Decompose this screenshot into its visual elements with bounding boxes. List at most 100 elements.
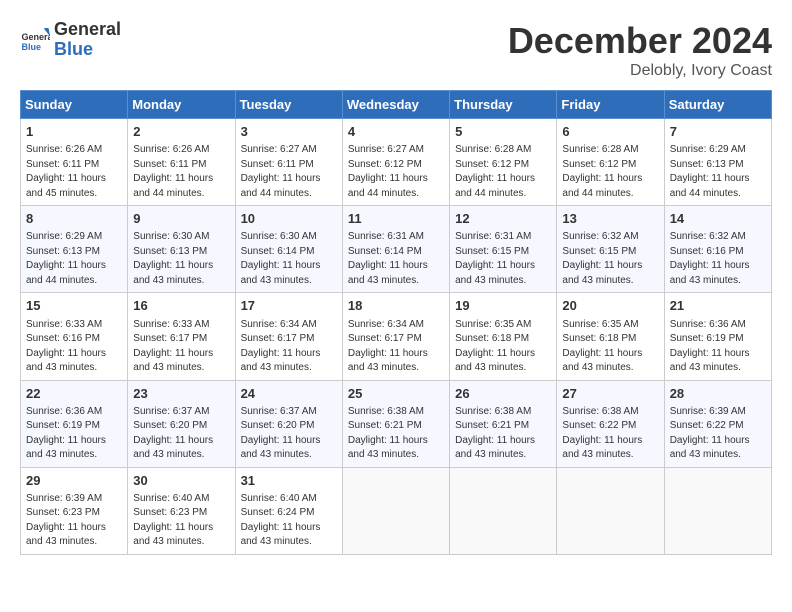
weekday-header-friday: Friday	[557, 91, 664, 119]
calendar-cell: 2 Sunrise: 6:26 AM Sunset: 6:11 PM Daylig…	[128, 119, 235, 206]
calendar-cell: 15 Sunrise: 6:33 AM Sunset: 6:16 PM Dayli…	[21, 293, 128, 380]
day-number: 26	[455, 385, 551, 403]
day-info: Sunrise: 6:33 AM Sunset: 6:16 PM Dayligh…	[26, 318, 122, 376]
calendar-cell: 13Sunrise: 6:32 AM Sunset: 6:15 PM Dayli…	[557, 206, 664, 293]
calendar-cell: 21 Sunrise: 6:36 AM Sunset: 6:19 PM Dayli…	[664, 293, 771, 380]
calendar-cell	[342, 467, 449, 554]
day-number: 11	[348, 210, 444, 228]
logo-text: General Blue	[54, 20, 121, 60]
day-info: Sunrise: 6:28 AM Sunset: 6:12 PM Dayligh…	[562, 143, 658, 201]
week-row-5: 29Sunrise: 6:39 AM Sunset: 6:23 PM Dayli…	[21, 467, 772, 554]
day-number: 24	[241, 385, 337, 403]
day-info: Sunrise: 6:27 AM Sunset: 6:11 PM Dayligh…	[241, 143, 337, 201]
day-info: Sunrise: 6:34 AM Sunset: 6:17 PM Dayligh…	[241, 318, 337, 376]
day-number: 15	[26, 297, 122, 315]
calendar-cell: 8 Sunrise: 6:29 AM Sunset: 6:13 PM Daylig…	[21, 206, 128, 293]
calendar-cell: 26 Sunrise: 6:38 AM Sunset: 6:21 PM Dayli…	[450, 380, 557, 467]
day-info: Sunrise: 6:26 AM Sunset: 6:11 PM Dayligh…	[26, 143, 122, 201]
calendar-cell: 30 Sunrise: 6:40 AM Sunset: 6:23 PM Dayli…	[128, 467, 235, 554]
day-number: 6	[562, 123, 658, 141]
calendar-cell: 1 Sunrise: 6:26 AM Sunset: 6:11 PM Daylig…	[21, 119, 128, 206]
weekday-header-monday: Monday	[128, 91, 235, 119]
svg-text:Blue: Blue	[22, 42, 42, 52]
day-number: 5	[455, 123, 551, 141]
calendar-cell: 10Sunrise: 6:30 AM Sunset: 6:14 PM Dayli…	[235, 206, 342, 293]
day-number: 1	[26, 123, 122, 141]
day-number: 18	[348, 297, 444, 315]
calendar-cell: 24Sunrise: 6:37 AM Sunset: 6:20 PM Dayli…	[235, 380, 342, 467]
calendar-cell: 12 Sunrise: 6:31 AM Sunset: 6:15 PM Dayli…	[450, 206, 557, 293]
day-number: 4	[348, 123, 444, 141]
calendar-cell: 27Sunrise: 6:38 AM Sunset: 6:22 PM Dayli…	[557, 380, 664, 467]
day-info: Sunrise: 6:27 AM Sunset: 6:12 PM Dayligh…	[348, 143, 444, 201]
calendar-cell: 14Sunrise: 6:32 AM Sunset: 6:16 PM Dayli…	[664, 206, 771, 293]
day-number: 2	[133, 123, 229, 141]
day-info: Sunrise: 6:31 AM Sunset: 6:14 PM Dayligh…	[348, 230, 444, 288]
calendar-cell: 22 Sunrise: 6:36 AM Sunset: 6:19 PM Dayli…	[21, 380, 128, 467]
day-info: Sunrise: 6:40 AM Sunset: 6:23 PM Dayligh…	[133, 492, 229, 550]
calendar-cell	[557, 467, 664, 554]
calendar-cell: 20Sunrise: 6:35 AM Sunset: 6:18 PM Dayli…	[557, 293, 664, 380]
title-area: December 2024 Delobly, Ivory Coast	[508, 20, 772, 80]
day-number: 13	[562, 210, 658, 228]
day-info: Sunrise: 6:40 AM Sunset: 6:24 PM Dayligh…	[241, 492, 337, 550]
week-row-2: 8 Sunrise: 6:29 AM Sunset: 6:13 PM Daylig…	[21, 206, 772, 293]
day-number: 12	[455, 210, 551, 228]
logo: General Blue General Blue	[20, 20, 121, 60]
calendar-cell: 16 Sunrise: 6:33 AM Sunset: 6:17 PM Dayli…	[128, 293, 235, 380]
calendar-cell: 31 Sunrise: 6:40 AM Sunset: 6:24 PM Dayli…	[235, 467, 342, 554]
day-number: 10	[241, 210, 337, 228]
day-info: Sunrise: 6:30 AM Sunset: 6:13 PM Dayligh…	[133, 230, 229, 288]
calendar-cell	[664, 467, 771, 554]
weekday-header-wednesday: Wednesday	[342, 91, 449, 119]
day-number: 21	[670, 297, 766, 315]
header: General Blue General Blue December 2024 …	[20, 20, 772, 80]
day-info: Sunrise: 6:34 AM Sunset: 6:17 PM Dayligh…	[348, 318, 444, 376]
day-info: Sunrise: 6:38 AM Sunset: 6:21 PM Dayligh…	[455, 405, 551, 463]
calendar-cell: 4 Sunrise: 6:27 AM Sunset: 6:12 PM Daylig…	[342, 119, 449, 206]
day-number: 25	[348, 385, 444, 403]
day-number: 8	[26, 210, 122, 228]
week-row-3: 15 Sunrise: 6:33 AM Sunset: 6:16 PM Dayli…	[21, 293, 772, 380]
calendar-cell: 28Sunrise: 6:39 AM Sunset: 6:22 PM Dayli…	[664, 380, 771, 467]
calendar-cell: 9 Sunrise: 6:30 AM Sunset: 6:13 PM Daylig…	[128, 206, 235, 293]
day-number: 22	[26, 385, 122, 403]
weekday-header-sunday: Sunday	[21, 91, 128, 119]
day-number: 20	[562, 297, 658, 315]
svg-text:General: General	[22, 32, 51, 42]
week-row-1: 1 Sunrise: 6:26 AM Sunset: 6:11 PM Daylig…	[21, 119, 772, 206]
day-info: Sunrise: 6:28 AM Sunset: 6:12 PM Dayligh…	[455, 143, 551, 201]
day-info: Sunrise: 6:38 AM Sunset: 6:22 PM Dayligh…	[562, 405, 658, 463]
day-number: 3	[241, 123, 337, 141]
day-info: Sunrise: 6:31 AM Sunset: 6:15 PM Dayligh…	[455, 230, 551, 288]
day-info: Sunrise: 6:33 AM Sunset: 6:17 PM Dayligh…	[133, 318, 229, 376]
calendar-cell: 25Sunrise: 6:38 AM Sunset: 6:21 PM Dayli…	[342, 380, 449, 467]
day-info: Sunrise: 6:29 AM Sunset: 6:13 PM Dayligh…	[26, 230, 122, 288]
day-number: 30	[133, 472, 229, 490]
weekday-header-tuesday: Tuesday	[235, 91, 342, 119]
day-info: Sunrise: 6:35 AM Sunset: 6:18 PM Dayligh…	[455, 318, 551, 376]
day-number: 31	[241, 472, 337, 490]
logo-icon: General Blue	[20, 25, 50, 55]
day-number: 9	[133, 210, 229, 228]
day-number: 23	[133, 385, 229, 403]
calendar-cell: 18 Sunrise: 6:34 AM Sunset: 6:17 PM Dayli…	[342, 293, 449, 380]
weekday-header-saturday: Saturday	[664, 91, 771, 119]
calendar-cell: 7Sunrise: 6:29 AM Sunset: 6:13 PM Daylig…	[664, 119, 771, 206]
location-title: Delobly, Ivory Coast	[508, 62, 772, 80]
day-info: Sunrise: 6:26 AM Sunset: 6:11 PM Dayligh…	[133, 143, 229, 201]
day-info: Sunrise: 6:36 AM Sunset: 6:19 PM Dayligh…	[26, 405, 122, 463]
day-number: 19	[455, 297, 551, 315]
day-number: 29	[26, 472, 122, 490]
day-info: Sunrise: 6:39 AM Sunset: 6:22 PM Dayligh…	[670, 405, 766, 463]
week-row-4: 22 Sunrise: 6:36 AM Sunset: 6:19 PM Dayli…	[21, 380, 772, 467]
weekday-header-row: SundayMondayTuesdayWednesdayThursdayFrid…	[21, 91, 772, 119]
calendar-table: SundayMondayTuesdayWednesdayThursdayFrid…	[20, 90, 772, 555]
day-number: 16	[133, 297, 229, 315]
day-info: Sunrise: 6:29 AM Sunset: 6:13 PM Dayligh…	[670, 143, 766, 201]
day-info: Sunrise: 6:36 AM Sunset: 6:19 PM Dayligh…	[670, 318, 766, 376]
day-number: 17	[241, 297, 337, 315]
day-info: Sunrise: 6:37 AM Sunset: 6:20 PM Dayligh…	[133, 405, 229, 463]
day-number: 14	[670, 210, 766, 228]
calendar-cell: 6 Sunrise: 6:28 AM Sunset: 6:12 PM Daylig…	[557, 119, 664, 206]
